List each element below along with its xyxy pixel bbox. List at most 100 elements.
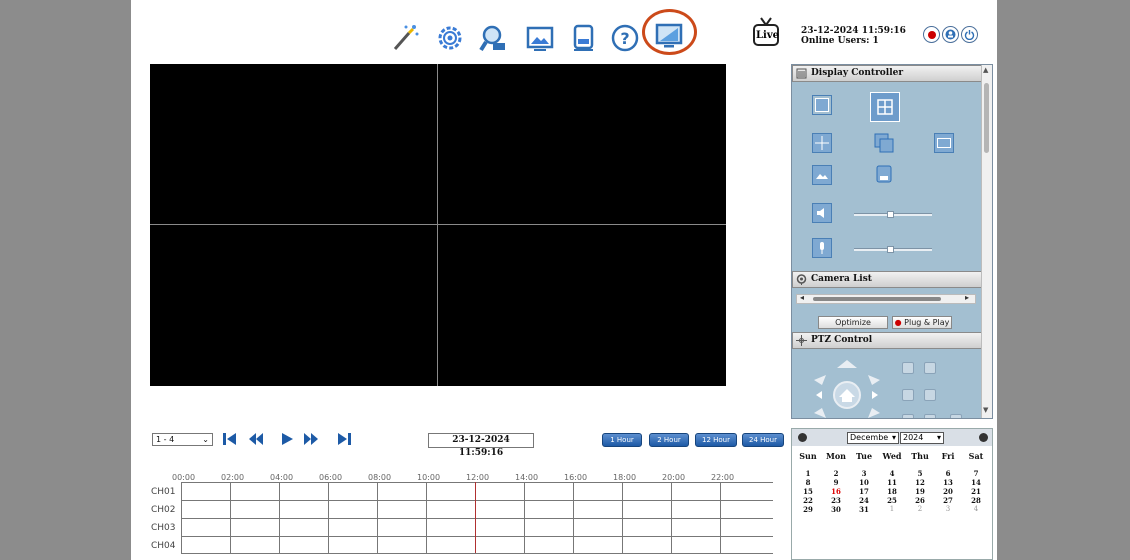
panel-scrollbar[interactable]: ▲ ▼ bbox=[981, 65, 992, 418]
zoom-in-button[interactable] bbox=[902, 362, 914, 374]
scroll-right-icon[interactable]: ▸ bbox=[965, 293, 969, 302]
scroll-down-icon[interactable]: ▼ bbox=[983, 406, 988, 414]
camera-list-scroll-thumb[interactable] bbox=[813, 297, 941, 301]
calendar-day[interactable]: 4 bbox=[964, 505, 988, 513]
calendar-day[interactable]: 1 bbox=[796, 469, 820, 478]
calendar-day[interactable]: 26 bbox=[908, 496, 932, 505]
calendar-day[interactable]: 2 bbox=[824, 469, 848, 478]
play-icon[interactable] bbox=[279, 432, 295, 446]
timeline-row-line bbox=[181, 536, 773, 537]
volume-slider-knob[interactable] bbox=[887, 211, 894, 218]
device-icon[interactable] bbox=[567, 22, 599, 54]
video-grid[interactable] bbox=[150, 64, 726, 386]
focus-near-button[interactable] bbox=[902, 389, 914, 401]
calendar-day[interactable]: 6 bbox=[936, 469, 960, 478]
iris-open-button[interactable] bbox=[902, 414, 914, 418]
calendar-day[interactable]: 30 bbox=[824, 505, 848, 514]
scroll-left-icon[interactable]: ◂ bbox=[800, 293, 804, 302]
calendar-day[interactable]: 17 bbox=[852, 487, 876, 496]
calendar-day[interactable]: 3 bbox=[852, 469, 876, 478]
rewind-icon[interactable] bbox=[248, 432, 264, 446]
optimize-button[interactable]: Optimize bbox=[818, 316, 888, 329]
microphone-icon[interactable] bbox=[812, 238, 832, 258]
snapshot-icon[interactable] bbox=[934, 133, 954, 153]
time-tick: 10:00 bbox=[417, 473, 441, 482]
volume-slider[interactable] bbox=[854, 211, 932, 218]
channel-select[interactable]: 1 - 4 ⌄ bbox=[152, 433, 213, 446]
iris-close-button[interactable] bbox=[924, 414, 936, 418]
calendar-day[interactable]: 11 bbox=[880, 478, 904, 487]
mic-slider-knob[interactable] bbox=[887, 246, 894, 253]
twelve-hour-button[interactable]: 12 Hour bbox=[695, 433, 737, 447]
calendar-day[interactable]: 10 bbox=[852, 478, 876, 487]
main-window: ? Live 23-12-2024 11:59:16 Online Users:… bbox=[131, 0, 997, 560]
fast-forward-icon[interactable] bbox=[303, 432, 319, 446]
ptz-direction-pad[interactable] bbox=[802, 355, 892, 419]
plug-play-button[interactable]: ● Plug & Play bbox=[892, 316, 952, 329]
skip-end-icon[interactable] bbox=[336, 432, 352, 446]
record-button[interactable] bbox=[923, 26, 940, 43]
calendar-day[interactable]: 5 bbox=[908, 469, 932, 478]
calendar-day[interactable]: 27 bbox=[936, 496, 960, 505]
calendar-day[interactable]: 24 bbox=[852, 496, 876, 505]
calendar-day[interactable]: 9 bbox=[824, 478, 848, 487]
calendar-day[interactable]: 3 bbox=[936, 505, 960, 513]
plug-play-label: Plug & Play bbox=[904, 318, 950, 327]
panel-scroll-thumb[interactable] bbox=[984, 83, 989, 153]
calendar-day[interactable]: 22 bbox=[796, 496, 820, 505]
display-controller-title: Display Controller bbox=[811, 68, 904, 78]
calendar-day[interactable]: 14 bbox=[964, 478, 988, 487]
user-button[interactable] bbox=[942, 26, 959, 43]
zoom-out-button[interactable] bbox=[924, 362, 936, 374]
year-select[interactable]: 2024 ▾ bbox=[900, 432, 944, 444]
image-view-icon[interactable] bbox=[812, 165, 832, 185]
calendar-day[interactable]: 16 bbox=[824, 487, 848, 496]
calendar-day[interactable]: 12 bbox=[908, 478, 932, 487]
calendar-day[interactable]: 8 bbox=[796, 478, 820, 487]
calendar-day[interactable]: 23 bbox=[824, 496, 848, 505]
mic-slider[interactable] bbox=[854, 246, 932, 253]
skip-start-icon[interactable] bbox=[222, 432, 238, 446]
image-icon[interactable] bbox=[524, 22, 556, 54]
calendar-day[interactable]: 28 bbox=[964, 496, 988, 505]
ptz-control-header[interactable]: PTZ Control bbox=[792, 332, 983, 349]
calendar-day[interactable]: 2 bbox=[908, 505, 932, 513]
display-controller-header[interactable]: Display Controller bbox=[792, 65, 983, 82]
prev-month-icon[interactable] bbox=[798, 433, 807, 442]
power-button[interactable] bbox=[961, 26, 978, 43]
focus-far-button[interactable] bbox=[924, 389, 936, 401]
calendar-day[interactable]: 25 bbox=[880, 496, 904, 505]
two-hour-button[interactable]: 2 Hour bbox=[649, 433, 689, 447]
live-tv-icon[interactable]: Live bbox=[751, 15, 781, 47]
layout-1-icon[interactable] bbox=[812, 95, 832, 115]
calendar-day[interactable]: 18 bbox=[880, 487, 904, 496]
next-month-icon[interactable] bbox=[979, 433, 988, 442]
calendar-day[interactable]: 21 bbox=[964, 487, 988, 496]
calendar-day[interactable]: 4 bbox=[880, 469, 904, 478]
user-icon bbox=[945, 29, 956, 40]
twenty-four-hour-button[interactable]: 24 Hour bbox=[742, 433, 784, 447]
settings-gear-icon[interactable] bbox=[434, 22, 466, 54]
magic-wand-icon[interactable] bbox=[389, 22, 421, 54]
preset-button[interactable] bbox=[950, 414, 962, 418]
calendar-day[interactable]: 29 bbox=[796, 505, 820, 514]
calendar-day[interactable]: 1 bbox=[880, 505, 904, 513]
layout-4-icon[interactable] bbox=[870, 92, 900, 122]
camera-list-header[interactable]: Camera List bbox=[792, 271, 983, 288]
device-view-icon[interactable] bbox=[874, 165, 894, 185]
calendar-day[interactable]: 13 bbox=[936, 478, 960, 487]
calendar-day[interactable]: 31 bbox=[852, 505, 876, 514]
calendar-day[interactable]: 7 bbox=[964, 469, 988, 478]
scroll-up-icon[interactable]: ▲ bbox=[983, 66, 988, 74]
volume-icon[interactable] bbox=[812, 203, 832, 223]
help-icon[interactable]: ? bbox=[609, 22, 641, 54]
layout-9-icon[interactable] bbox=[812, 133, 832, 153]
calendar-day[interactable]: 20 bbox=[936, 487, 960, 496]
camera-list-scrollbar[interactable]: ◂ ▸ bbox=[796, 293, 976, 304]
one-hour-button[interactable]: 1 Hour bbox=[602, 433, 642, 447]
search-camera-icon[interactable] bbox=[478, 22, 510, 54]
month-select[interactable]: Decembe ▾ bbox=[847, 432, 899, 444]
calendar-day[interactable]: 15 bbox=[796, 487, 820, 496]
calendar-day[interactable]: 19 bbox=[908, 487, 932, 496]
multi-window-icon[interactable] bbox=[874, 133, 894, 153]
